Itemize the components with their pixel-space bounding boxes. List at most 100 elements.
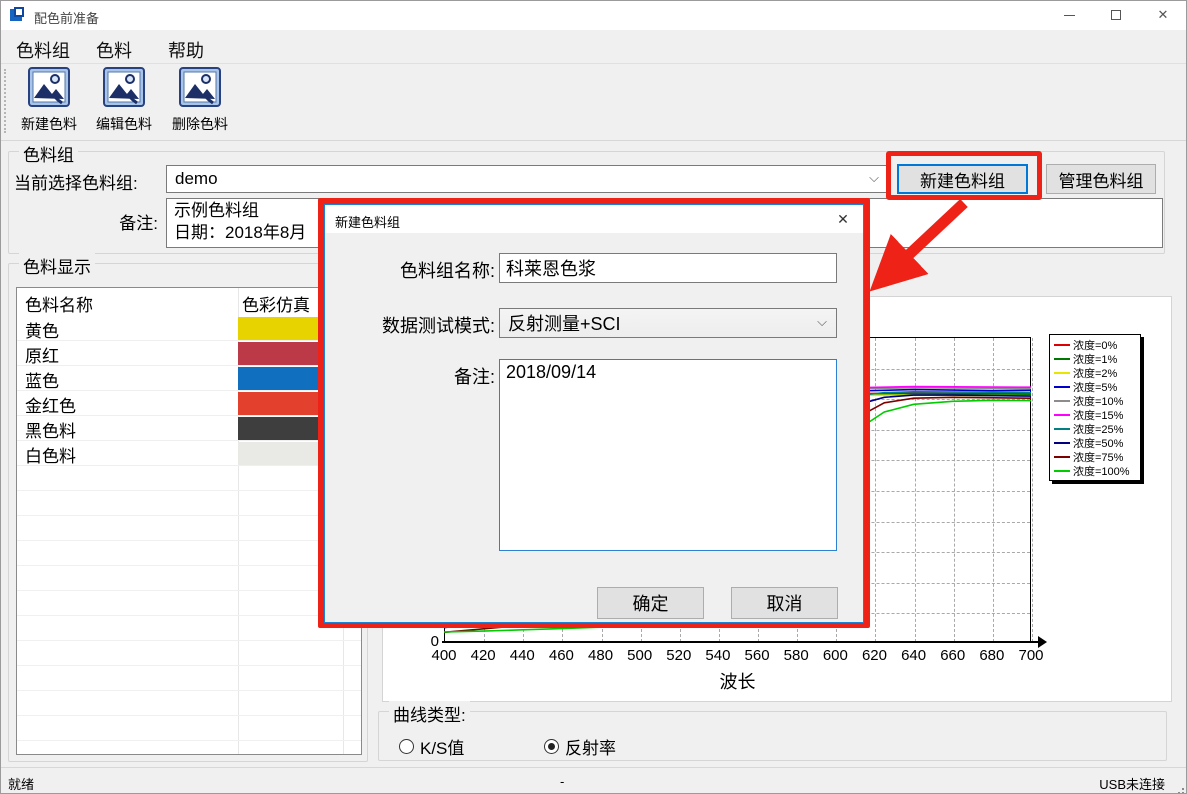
x-tick-label: 480 — [584, 647, 618, 664]
x-tick-label: 700 — [1014, 647, 1048, 664]
colorant-group-panel-title: 色料组 — [19, 141, 78, 166]
table-empty-row — [17, 616, 361, 641]
menu-item-0[interactable]: 色料组 — [16, 37, 70, 63]
status-center: - — [560, 774, 564, 789]
colorant-name: 金红色 — [25, 392, 76, 417]
table-row-0[interactable]: 黄色 — [17, 316, 361, 341]
chart-legend: 浓度=0%浓度=1%浓度=2%浓度=5%浓度=10%浓度=15%浓度=25%浓度… — [1049, 334, 1141, 481]
colorant-name: 蓝色 — [25, 367, 59, 392]
x-axis-title: 波长 — [444, 668, 1031, 694]
curve-type-title: 曲线类型: — [389, 701, 470, 726]
table-empty-row — [17, 641, 361, 666]
dialog-title-bar: 新建色料组 ✕ — [325, 205, 863, 233]
table-row-1[interactable]: 原红 — [17, 341, 361, 366]
table-empty-row — [17, 716, 361, 741]
current-group-combobox[interactable]: demo ⌵ — [166, 165, 888, 193]
x-tick-label: 500 — [623, 647, 657, 664]
ok-button[interactable]: 确定 — [597, 587, 704, 619]
colorant-name: 白色料 — [25, 442, 76, 467]
maximize-icon — [1111, 10, 1121, 20]
radio-label: 反射率 — [565, 734, 616, 759]
dialog-name-input[interactable] — [499, 253, 837, 283]
picture-icon — [12, 67, 86, 112]
toolbar-button-0[interactable]: 新建色料 — [12, 67, 86, 139]
app-icon — [10, 7, 26, 23]
x-tick-label: 540 — [701, 647, 735, 664]
toolbar-drag-handle[interactable] — [4, 69, 6, 133]
radio-icon — [544, 739, 559, 754]
menu-item-1[interactable]: 色料 — [96, 37, 132, 63]
dialog-title: 新建色料组 — [335, 212, 400, 231]
table-empty-row — [17, 691, 361, 716]
group-note-label: 备注: — [96, 209, 158, 234]
cancel-button[interactable]: 取消 — [731, 587, 838, 619]
legend-item-0: 浓度=0% — [1054, 338, 1140, 352]
close-icon: ✕ — [1158, 7, 1169, 23]
colorant-table[interactable]: 色料名称 色彩仿真 黄色原红蓝色金红色黑色料白色料 — [16, 287, 362, 755]
table-empty-row — [17, 466, 361, 491]
toolbar-button-1[interactable]: 编辑色料 — [87, 67, 161, 139]
x-tick-label: 560 — [740, 647, 774, 664]
table-row-2[interactable]: 蓝色 — [17, 366, 361, 391]
x-axis — [442, 641, 1038, 643]
x-tick-label: 520 — [662, 647, 696, 664]
menu-bar: 色料组色料 帮助 — [0, 30, 1187, 64]
legend-item-8: 浓度=75% — [1054, 450, 1140, 464]
dialog-mode-combobox[interactable]: 反射测量+SCI ⌵ — [499, 308, 837, 338]
colorant-display-panel-title: 色料显示 — [19, 253, 95, 278]
x-tick-label: 600 — [818, 647, 852, 664]
button-annotation-frame — [886, 151, 1042, 200]
toolbar-button-label: 删除色料 — [163, 114, 237, 134]
x-tick-label: 580 — [779, 647, 813, 664]
dialog-close-button[interactable]: ✕ — [823, 205, 863, 233]
dialog-mode-label: 数据测试模式: — [345, 312, 495, 338]
legend-line — [1054, 442, 1070, 444]
table-header: 色料名称 色彩仿真 — [17, 288, 361, 316]
x-tick-label: 440 — [505, 647, 539, 664]
table-row-5[interactable]: 白色料 — [17, 441, 361, 466]
dialog-note-textarea[interactable]: 2018/09/14 — [499, 359, 837, 551]
colorant-name: 原红 — [25, 342, 59, 367]
x-tick-label: 460 — [544, 647, 578, 664]
column-header-simulation: 色彩仿真 — [242, 291, 310, 316]
status-ready: 就绪 — [8, 774, 34, 793]
minimize-icon — [1064, 15, 1075, 16]
table-row-4[interactable]: 黑色料 — [17, 416, 361, 441]
legend-line — [1054, 428, 1070, 430]
toolbar-button-2[interactable]: 删除色料 — [163, 67, 237, 139]
table-empty-row — [17, 566, 361, 591]
status-bar: 就绪 - USB未连接 — [0, 767, 1187, 794]
picture-icon — [163, 67, 237, 112]
legend-line — [1054, 358, 1070, 360]
picture-icon — [87, 67, 161, 112]
menu-item-2[interactable]: 帮助 — [168, 37, 204, 63]
column-header-name: 色料名称 — [25, 291, 93, 316]
legend-line — [1054, 344, 1070, 346]
toolbar-button-label: 新建色料 — [12, 114, 86, 134]
legend-item-4: 浓度=10% — [1054, 394, 1140, 408]
legend-line — [1054, 386, 1070, 388]
x-tick-label: 680 — [975, 647, 1009, 664]
close-button[interactable]: ✕ — [1140, 0, 1186, 30]
radio-icon — [399, 739, 414, 754]
chevron-down-icon: ⌵ — [869, 170, 879, 186]
resize-grip[interactable] — [1182, 788, 1184, 790]
current-group-value: demo — [175, 169, 218, 189]
colorant-name: 黑色料 — [25, 417, 76, 442]
table-row-3[interactable]: 金红色 — [17, 391, 361, 416]
table-empty-row — [17, 491, 361, 516]
curve-type-panel: 曲线类型: K/S值反射率 — [378, 711, 1167, 761]
minimize-button[interactable] — [1046, 0, 1092, 30]
current-group-label: 当前选择色料组: — [14, 169, 138, 194]
legend-label: 浓度=100% — [1073, 463, 1130, 479]
radio-ks[interactable]: K/S值 — [399, 734, 464, 759]
legend-item-9: 浓度=100% — [1054, 464, 1140, 478]
legend-line — [1054, 372, 1070, 374]
window-title: 配色前准备 — [34, 8, 99, 27]
radio-reflectance[interactable]: 反射率 — [544, 734, 616, 759]
dialog-note-label: 备注: — [345, 363, 495, 389]
manage-group-button[interactable]: 管理色料组 — [1046, 164, 1156, 194]
toolbar: 新建色料编辑色料删除色料 — [0, 65, 1187, 141]
maximize-button[interactable] — [1093, 0, 1139, 30]
legend-line — [1054, 456, 1070, 458]
